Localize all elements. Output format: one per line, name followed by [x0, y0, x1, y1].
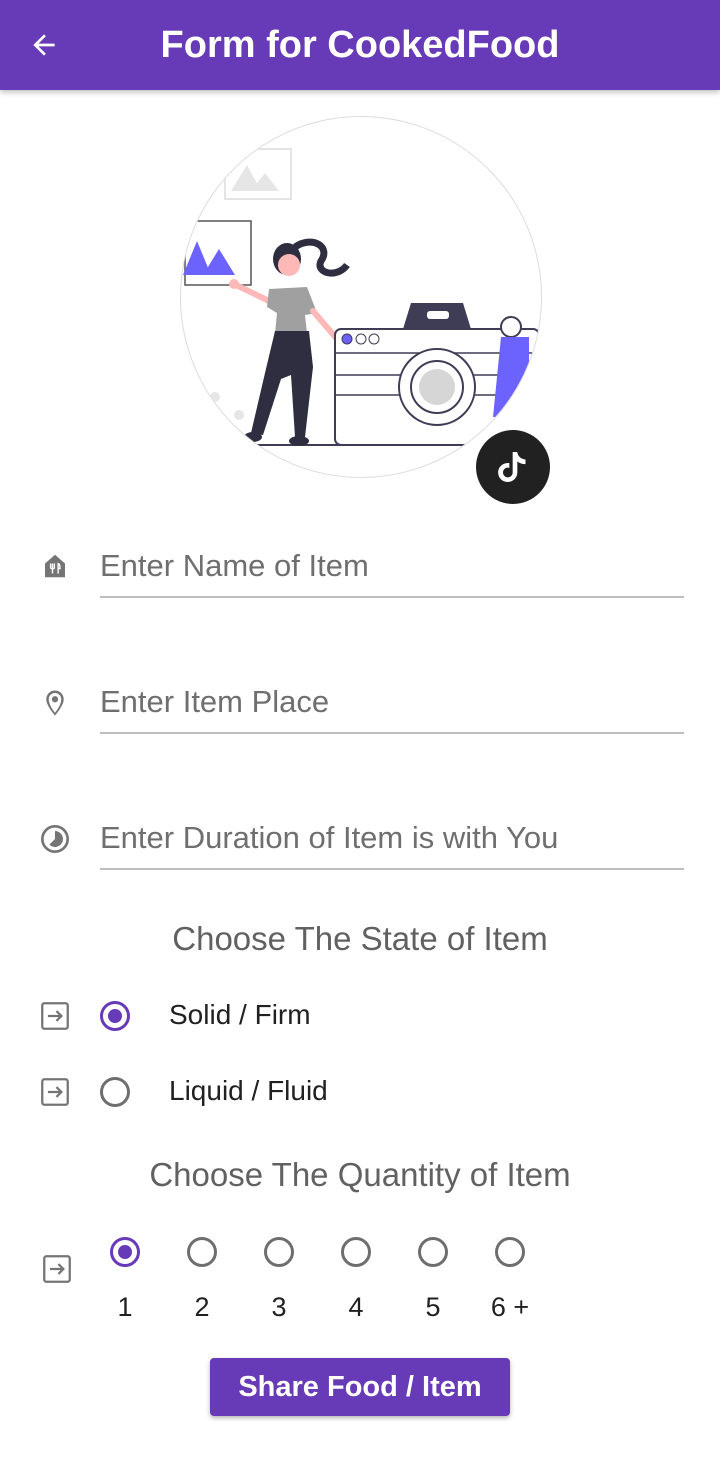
- place-icon: [38, 686, 72, 720]
- input-arrow-icon: [38, 999, 72, 1033]
- change-photo-button[interactable]: [476, 430, 550, 504]
- quantity-section-title: Choose The Quantity of Item: [149, 1156, 571, 1193]
- page-title: Form for CookedFood: [160, 24, 560, 66]
- item-place-field: [0, 666, 720, 762]
- state-section-title: Choose The State of Item: [172, 920, 548, 957]
- share-food-button[interactable]: Share Food / Item: [210, 1358, 510, 1416]
- quantity-radio-6-plus[interactable]: [495, 1237, 525, 1267]
- radio-solid-label[interactable]: Solid / Firm: [169, 999, 311, 1031]
- timelapse-icon: [38, 822, 72, 856]
- tiktok-icon: [498, 452, 526, 482]
- app-bar: Form for CookedFood: [0, 0, 720, 90]
- radio-solid[interactable]: [100, 1001, 130, 1031]
- quantity-radio-4[interactable]: [341, 1237, 371, 1267]
- item-duration-input[interactable]: [100, 808, 684, 870]
- quantity-radio-3[interactable]: [264, 1237, 294, 1267]
- quantity-radio-1[interactable]: [110, 1237, 140, 1267]
- item-name-input[interactable]: [100, 536, 684, 598]
- quantity-label-4: 4: [348, 1292, 364, 1322]
- input-arrow-icon: [38, 1075, 72, 1109]
- quantity-label-3: 3: [271, 1292, 287, 1322]
- quantity-label-2: 2: [194, 1292, 210, 1322]
- quantity-label-1: 1: [117, 1292, 133, 1322]
- item-photo[interactable]: [180, 116, 542, 478]
- radio-liquid[interactable]: [100, 1077, 130, 1107]
- item-duration-field: [0, 802, 720, 898]
- item-name-field: [0, 530, 720, 626]
- restaurant-icon: [38, 549, 72, 583]
- input-arrow-icon: [40, 1252, 74, 1286]
- radio-selected-dot: [108, 1009, 122, 1023]
- radio-liquid-label[interactable]: Liquid / Fluid: [169, 1075, 328, 1107]
- quantity-label-6-plus: 6 +: [490, 1292, 530, 1322]
- radio-selected-dot: [118, 1245, 132, 1259]
- quantity-radio-2[interactable]: [187, 1237, 217, 1267]
- quantity-radio-5[interactable]: [418, 1237, 448, 1267]
- quantity-label-5: 5: [425, 1292, 441, 1322]
- person-with-camera-illustration: [183, 148, 540, 446]
- item-place-input[interactable]: [100, 672, 684, 734]
